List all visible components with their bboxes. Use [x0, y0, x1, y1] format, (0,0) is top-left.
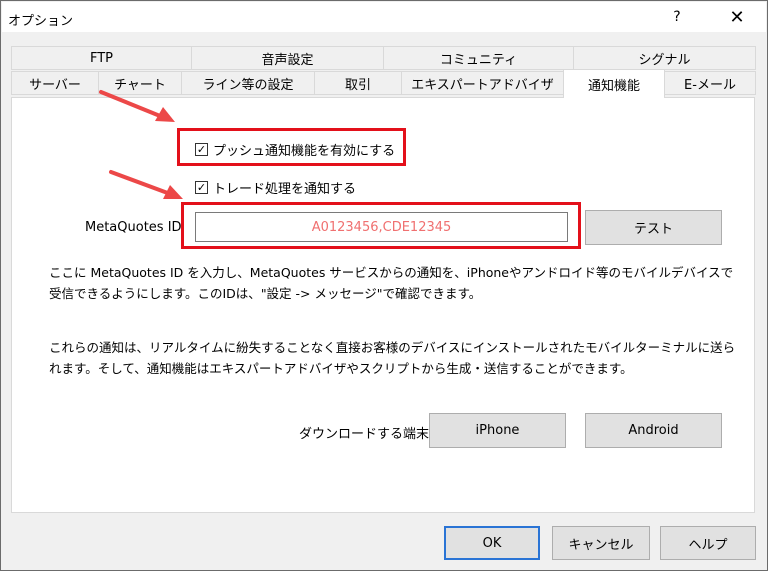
- title-bar: オプション ? ✕: [2, 2, 766, 32]
- tab-signals[interactable]: シグナル: [573, 46, 756, 70]
- metaquotes-id-highlight: [181, 202, 581, 249]
- tab-ftp[interactable]: FTP: [11, 46, 192, 70]
- ok-button[interactable]: OK: [444, 526, 540, 560]
- arrow-icon: [99, 90, 175, 122]
- close-icon[interactable]: ✕: [714, 2, 760, 32]
- tab-notifications[interactable]: 通知機能: [563, 69, 665, 98]
- help-icon[interactable]: ?: [654, 2, 700, 32]
- options-dialog: オプション ? ✕ FTP 音声設定 コミュニティ シグナル サーバー チャート…: [0, 0, 768, 571]
- tab-community[interactable]: コミュニティ: [383, 46, 574, 70]
- info-text-id: ここに MetaQuotes ID を入力し、MetaQuotes サービスから…: [49, 265, 734, 301]
- notify-trades-option[interactable]: ✓ トレード処理を通知する: [195, 178, 356, 197]
- metaquotes-id-label: MetaQuotes ID: [85, 220, 182, 235]
- download-terminal-label: ダウンロードする端末:: [299, 427, 434, 442]
- tab-trade[interactable]: 取引: [314, 71, 402, 95]
- tab-email[interactable]: E-メール: [664, 71, 756, 95]
- help-button[interactable]: ヘルプ: [660, 526, 756, 560]
- test-button[interactable]: テスト: [585, 210, 722, 245]
- push-option-highlight: [177, 128, 406, 166]
- notify-trades-checkbox[interactable]: ✓: [195, 181, 208, 194]
- tab-sound[interactable]: 音声設定: [191, 46, 384, 70]
- info-text-delivery: これらの通知は、リアルタイムに紛失することなく直接お客様のデバイスにインストール…: [49, 340, 736, 376]
- android-download-button[interactable]: Android: [585, 413, 722, 448]
- tab-server[interactable]: サーバー: [11, 71, 99, 95]
- window-title: オプション: [8, 14, 74, 29]
- tab-expert-advisors[interactable]: エキスパートアドバイザ: [401, 71, 564, 95]
- tab-objects[interactable]: ライン等の設定: [181, 71, 315, 95]
- arrow-icon: [109, 170, 183, 199]
- cancel-button[interactable]: キャンセル: [552, 526, 650, 560]
- notify-trades-label: トレード処理を通知する: [213, 182, 357, 197]
- iphone-download-button[interactable]: iPhone: [429, 413, 566, 448]
